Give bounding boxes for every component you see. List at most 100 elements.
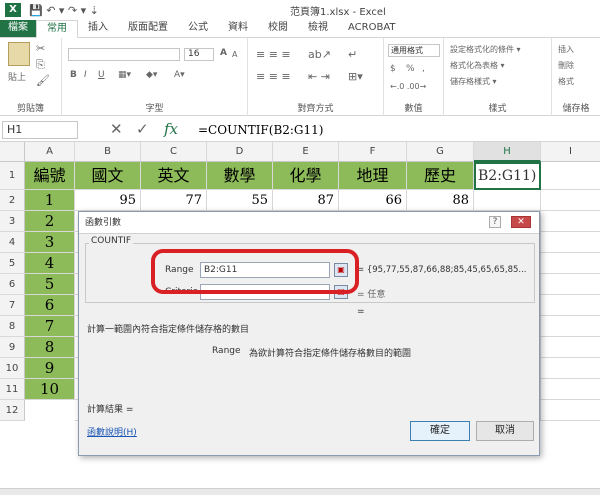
top-align-icon[interactable]: ≡ ≡ ≡ xyxy=(256,48,291,61)
fill-color-icon[interactable]: ◆▾ xyxy=(146,70,157,80)
tab-formulas[interactable]: 公式 xyxy=(178,20,218,37)
score-cell[interactable]: 87 xyxy=(273,190,339,211)
bold-button[interactable]: B xyxy=(70,70,77,80)
tab-data[interactable]: 資料 xyxy=(218,20,258,37)
grid-cell[interactable] xyxy=(541,232,600,253)
column-header-h[interactable]: H xyxy=(474,142,541,162)
id-cell[interactable]: 2 xyxy=(25,211,75,232)
copy-icon[interactable]: ⎘ xyxy=(36,58,45,72)
grid-cell[interactable] xyxy=(541,337,600,358)
merge-icon[interactable]: ⊞▾ xyxy=(348,70,363,83)
column-header-c[interactable]: C xyxy=(141,142,207,162)
conditional-format-button[interactable]: 設定格式化的條件 ▾ xyxy=(450,44,521,55)
insert-function-button[interactable]: fx xyxy=(164,120,178,138)
number-format-select[interactable]: 通用格式 xyxy=(388,44,440,57)
header-cell[interactable]: 編號 xyxy=(25,162,75,190)
paste-icon[interactable] xyxy=(8,42,30,66)
font-size-select[interactable]: 16 xyxy=(184,48,214,61)
column-header-i[interactable]: I xyxy=(541,142,600,162)
paste-button[interactable]: 貼上 xyxy=(8,70,26,83)
id-cell[interactable]: 4 xyxy=(25,253,75,274)
cancel-formula-button[interactable]: ✕ xyxy=(110,120,123,138)
grid-cell[interactable] xyxy=(541,162,600,190)
row-header-9[interactable]: 9 xyxy=(0,337,25,358)
close-icon[interactable]: ✕ xyxy=(511,216,531,228)
row-header-8[interactable]: 8 xyxy=(0,316,25,337)
cell-styles-button[interactable]: 儲存格樣式 ▾ xyxy=(450,76,497,87)
score-cell[interactable]: 95 xyxy=(75,190,141,211)
wrap-text-icon[interactable]: ↵ xyxy=(348,48,357,61)
tab-acrobat[interactable]: ACROBAT xyxy=(338,20,406,37)
header-cell[interactable]: 英文 xyxy=(141,162,207,190)
font-color-icon[interactable]: A▾ xyxy=(174,70,185,80)
border-icon[interactable]: ▦▾ xyxy=(118,70,131,80)
header-cell[interactable]: 數學 xyxy=(207,162,273,190)
grid-cell[interactable] xyxy=(541,274,600,295)
row-header-10[interactable]: 10 xyxy=(0,358,25,379)
name-box[interactable]: H1 xyxy=(2,121,78,139)
score-cell[interactable]: 77 xyxy=(141,190,207,211)
score-cell[interactable]: 66 xyxy=(339,190,407,211)
ok-button[interactable]: 確定 xyxy=(410,421,470,441)
row-header-5[interactable]: 5 xyxy=(0,253,25,274)
insert-cells-button[interactable]: 插入 xyxy=(558,44,574,55)
id-cell[interactable]: 7 xyxy=(25,316,75,337)
comma-button[interactable]: , xyxy=(422,64,425,74)
left-align-icon[interactable]: ≡ ≡ ≡ xyxy=(256,70,291,83)
row-header-2[interactable]: 2 xyxy=(0,190,25,211)
id-cell[interactable]: 1 xyxy=(25,190,75,211)
id-cell[interactable]: 3 xyxy=(25,232,75,253)
cancel-button[interactable]: 取消 xyxy=(476,421,534,441)
underline-button[interactable]: U xyxy=(98,70,105,80)
decimal-icon[interactable]: ←.0 .00→ xyxy=(390,82,426,91)
indent-icon[interactable]: ⇤ ⇥ xyxy=(308,70,330,83)
grid-cell[interactable] xyxy=(541,295,600,316)
grid-cell[interactable] xyxy=(474,190,541,211)
enter-formula-button[interactable]: ✓ xyxy=(136,120,149,138)
format-as-table-button[interactable]: 格式化為表格 ▾ xyxy=(450,60,505,71)
cut-icon[interactable]: ✂ xyxy=(36,42,45,55)
grid-cell[interactable] xyxy=(541,379,600,400)
id-cell[interactable]: 5 xyxy=(25,274,75,295)
row-header-4[interactable]: 4 xyxy=(0,232,25,253)
tab-home[interactable]: 常用 xyxy=(36,20,78,38)
format-painter-icon[interactable]: 🖌 xyxy=(36,74,50,87)
grid-cell[interactable] xyxy=(541,358,600,379)
select-all-corner[interactable] xyxy=(0,142,25,162)
score-cell[interactable]: 55 xyxy=(207,190,273,211)
currency-button[interactable]: $ xyxy=(390,64,396,74)
format-cells-button[interactable]: 格式 xyxy=(558,76,574,87)
row-header-3[interactable]: 3 xyxy=(0,211,25,232)
id-cell[interactable]: 6 xyxy=(25,295,75,316)
column-header-d[interactable]: D xyxy=(207,142,273,162)
percent-button[interactable]: % xyxy=(406,64,415,74)
row-header-6[interactable]: 6 xyxy=(0,274,25,295)
row-header-1[interactable]: 1 xyxy=(0,162,25,190)
grid-cell[interactable] xyxy=(541,190,600,211)
tab-page-layout[interactable]: 版面配置 xyxy=(118,20,178,37)
header-cell[interactable]: 國文 xyxy=(75,162,141,190)
formula-input[interactable]: =COUNTIF(B2:G11) xyxy=(198,123,323,137)
delete-cells-button[interactable]: 刪除 xyxy=(558,60,574,71)
tab-review[interactable]: 校閱 xyxy=(258,20,298,37)
row-header-7[interactable]: 7 xyxy=(0,295,25,316)
id-cell[interactable]: 9 xyxy=(25,358,75,379)
tab-file[interactable]: 檔案 xyxy=(0,20,36,37)
header-cell[interactable]: 化學 xyxy=(273,162,339,190)
orientation-icon[interactable]: ab↗ xyxy=(308,48,331,61)
header-cell[interactable]: 地理 xyxy=(339,162,407,190)
grid-cell[interactable] xyxy=(541,253,600,274)
italic-button[interactable]: I xyxy=(84,70,87,80)
header-cell[interactable]: 歷史 xyxy=(407,162,474,190)
quick-access-toolbar[interactable]: 💾 ↶ ▾ ↷ ▾ ⇣ xyxy=(29,4,99,17)
help-question-icon[interactable]: ? xyxy=(489,216,501,228)
id-cell[interactable]: 10 xyxy=(25,379,75,400)
score-cell[interactable]: 88 xyxy=(407,190,474,211)
grow-font-button[interactable]: A xyxy=(220,48,227,58)
id-cell[interactable]: 8 xyxy=(25,337,75,358)
tab-view[interactable]: 檢視 xyxy=(298,20,338,37)
active-cell-h1[interactable]: B2:G11) xyxy=(474,162,541,190)
row-header-11[interactable]: 11 xyxy=(0,379,25,400)
grid-cell[interactable] xyxy=(541,316,600,337)
column-header-e[interactable]: E xyxy=(273,142,339,162)
